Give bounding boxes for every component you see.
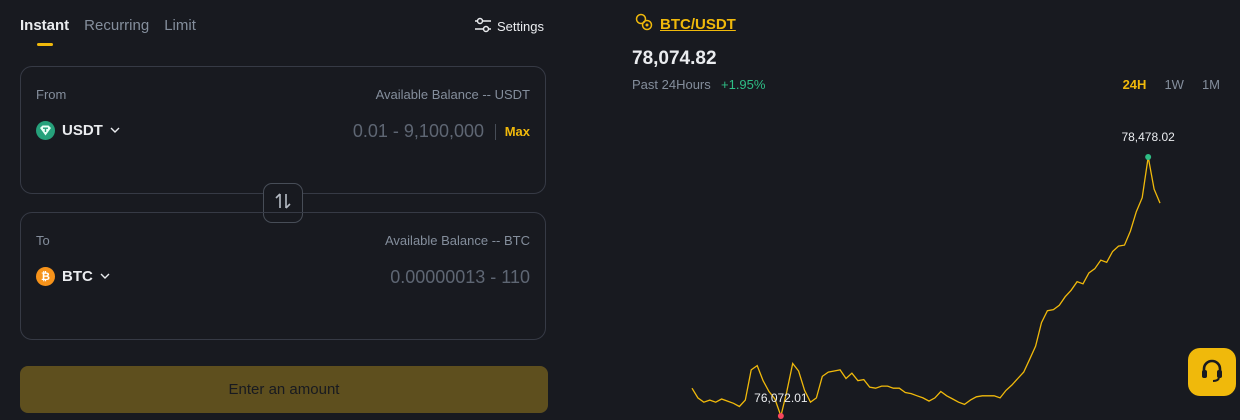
high-price-label: 78,478.02 xyxy=(1121,130,1175,144)
low-price-label: 76,072.01 xyxy=(754,391,808,405)
price-chart: 78,478.02 76,072.01 xyxy=(691,130,1175,419)
high-point xyxy=(1145,154,1152,160)
support-button[interactable] xyxy=(1188,348,1236,396)
price-line xyxy=(691,156,1161,419)
headset-icon xyxy=(1198,356,1226,389)
low-point xyxy=(777,413,784,419)
